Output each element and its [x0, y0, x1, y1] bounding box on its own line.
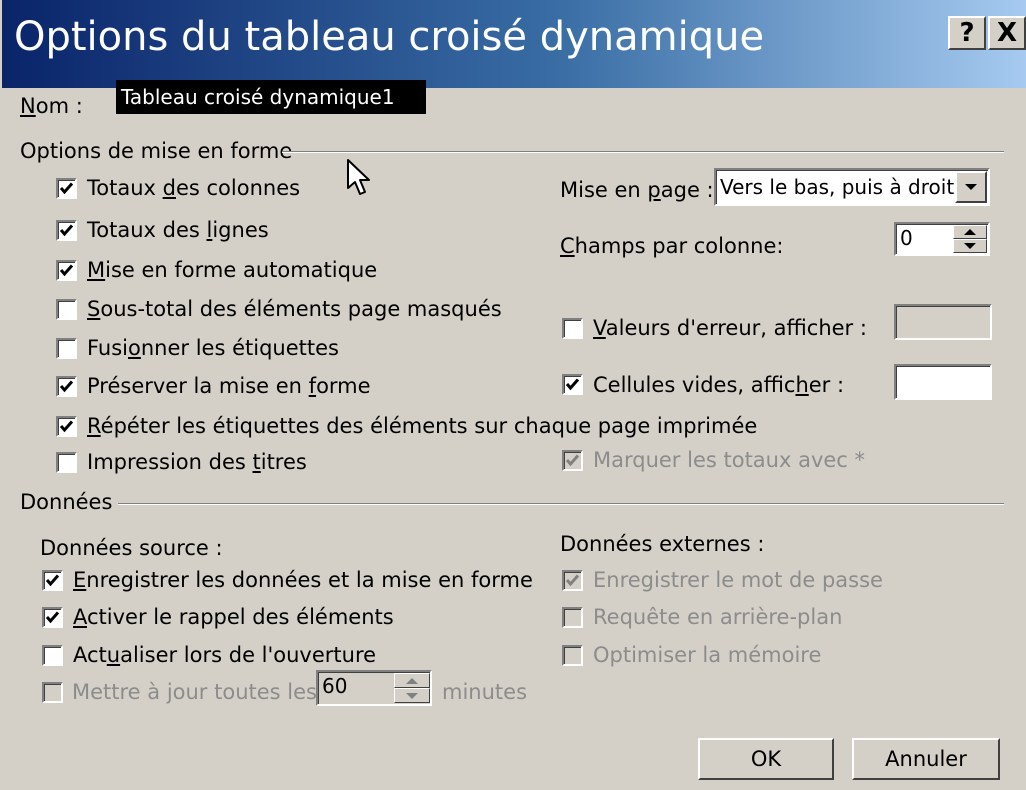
- checkmark-icon: [45, 611, 60, 624]
- checkmark-icon: [59, 224, 74, 237]
- format_section-checkboxes-checkbox-6[interactable]: [56, 416, 77, 437]
- checkmark-icon: [59, 420, 74, 433]
- data_section-source_items-label-1: Activer le rappel des éléments: [73, 605, 394, 629]
- format_section-checkboxes-label-6: Répéter les étiquettes des éléments sur …: [87, 414, 758, 438]
- format_section-checkboxes-checkbox-7[interactable]: [56, 452, 77, 473]
- fields-per-column-spinner[interactable]: [953, 225, 987, 253]
- name-label-key: N: [20, 94, 36, 118]
- format_section-checkboxes-label-3: Sous-total des éléments page masqués: [87, 297, 502, 321]
- data_section-source_items-checkbox-2[interactable]: [42, 645, 63, 666]
- fields-per-column-label: Champs par colonne:: [560, 234, 784, 258]
- data_section-external_items-checkbox-2: [562, 645, 583, 666]
- data-separator: [118, 503, 1004, 505]
- refresh-every-checkbox: [42, 682, 63, 703]
- empty-cells-input[interactable]: [894, 364, 992, 400]
- format_section-checkboxes-label-7: Impression des titres: [87, 450, 307, 474]
- mark-totals-label: Marquer les totaux avec *: [593, 448, 866, 472]
- external-data-title: Données externes :: [560, 532, 765, 556]
- spin-down-icon: [406, 692, 418, 699]
- layout-select-value: Vers le bas, puis à droite: [720, 175, 967, 199]
- format_section-checkboxes-checkbox-5[interactable]: [56, 376, 77, 397]
- data-section-title: Données: [20, 490, 113, 514]
- dropdown-arrow-icon: [965, 184, 977, 190]
- spin-down-button[interactable]: [953, 239, 987, 253]
- dropdown-arrow-button[interactable]: [955, 171, 987, 203]
- empty-cells-checkbox[interactable]: [562, 374, 583, 395]
- spin-up-icon: [406, 677, 418, 684]
- data_section-external_items-label-1: Requête en arrière-plan: [593, 605, 843, 629]
- format-section-title: Options de mise en forme: [20, 139, 293, 163]
- checkmark-icon: [59, 264, 74, 277]
- empty-cells-label: Cellules vides, afficher :: [593, 373, 845, 397]
- window-title: Options du tableau croisé dynamique: [14, 14, 765, 60]
- spin-down-icon: [964, 243, 976, 249]
- checkmark-icon: [565, 454, 580, 467]
- checkmark-icon: [565, 378, 580, 391]
- cancel-button[interactable]: Annuler: [852, 738, 1000, 780]
- data_section-external_items-checkbox-0: [562, 570, 583, 591]
- data_section-source_items-label-0: Enregistrer les données et la mise en fo…: [73, 568, 533, 592]
- refresh-minutes-spinner: [394, 673, 430, 703]
- help-button[interactable]: ?: [948, 16, 986, 50]
- refresh-every-label: Mettre à jour toutes les: [72, 680, 317, 704]
- pivot-options-dialog: Options du tableau croisé dynamique ? X …: [0, 0, 1026, 790]
- data_section-external_items-label-2: Optimiser la mémoire: [593, 643, 822, 667]
- format_section-checkboxes-label-4: Fusionner les étiquettes: [87, 336, 339, 360]
- data_section-external_items-checkbox-1: [562, 607, 583, 628]
- mouse-pointer-icon: [346, 158, 372, 202]
- refresh-spin-up: [394, 673, 430, 688]
- format_section-checkboxes-checkbox-0[interactable]: [56, 178, 77, 199]
- close-button[interactable]: X: [988, 16, 1026, 50]
- format-separator: [282, 151, 1004, 153]
- ok-button[interactable]: OK: [698, 738, 834, 780]
- error-values-label: Valeurs d'erreur, afficher :: [593, 316, 867, 340]
- spin-up-icon: [964, 229, 976, 235]
- checkmark-icon: [59, 380, 74, 393]
- format_section-checkboxes-label-0: Totaux des colonnes: [87, 176, 301, 200]
- layout-label: Mise en page :: [560, 178, 714, 202]
- refresh-minutes-value: 60: [322, 674, 348, 698]
- format_section-checkboxes-checkbox-4[interactable]: [56, 338, 77, 359]
- error-values-input: [894, 304, 992, 340]
- format_section-checkboxes-label-5: Préserver la mise en forme: [87, 374, 371, 398]
- checkmark-icon: [565, 574, 580, 587]
- mark-totals-checkbox: [562, 450, 583, 471]
- data_section-external_items-label-0: Enregistrer le mot de passe: [593, 568, 883, 592]
- name-value: Tableau croisé dynamique1: [121, 85, 395, 109]
- fields-per-column-value: 0: [900, 226, 913, 250]
- format_section-checkboxes-checkbox-1[interactable]: [56, 220, 77, 241]
- format_section-checkboxes-checkbox-2[interactable]: [56, 260, 77, 281]
- spin-up-button[interactable]: [953, 225, 987, 239]
- format_section-checkboxes-checkbox-3[interactable]: [56, 299, 77, 320]
- checkmark-icon: [59, 182, 74, 195]
- format_section-checkboxes-label-2: Mise en forme automatique: [87, 258, 378, 282]
- title-bar[interactable]: Options du tableau croisé dynamique ? X: [2, 0, 1026, 88]
- data_section-source_items-checkbox-1[interactable]: [42, 607, 63, 628]
- layout-select[interactable]: Vers le bas, puis à droite: [714, 168, 990, 206]
- error-values-checkbox[interactable]: [562, 318, 583, 339]
- refresh-minutes-unit: minutes: [442, 680, 528, 704]
- data_section-source_items-checkbox-0[interactable]: [42, 570, 63, 591]
- name-label: Nom :: [20, 94, 83, 118]
- refresh-spin-down: [394, 688, 430, 703]
- format_section-checkboxes-label-1: Totaux des lignes: [87, 218, 269, 242]
- data_section-source_items-label-2: Actualiser lors de l'ouverture: [73, 643, 377, 667]
- checkmark-icon: [45, 574, 60, 587]
- name-label-rest: om :: [35, 94, 83, 118]
- name-field[interactable]: Tableau croisé dynamique1: [116, 80, 426, 114]
- source-data-title: Données source :: [40, 536, 223, 560]
